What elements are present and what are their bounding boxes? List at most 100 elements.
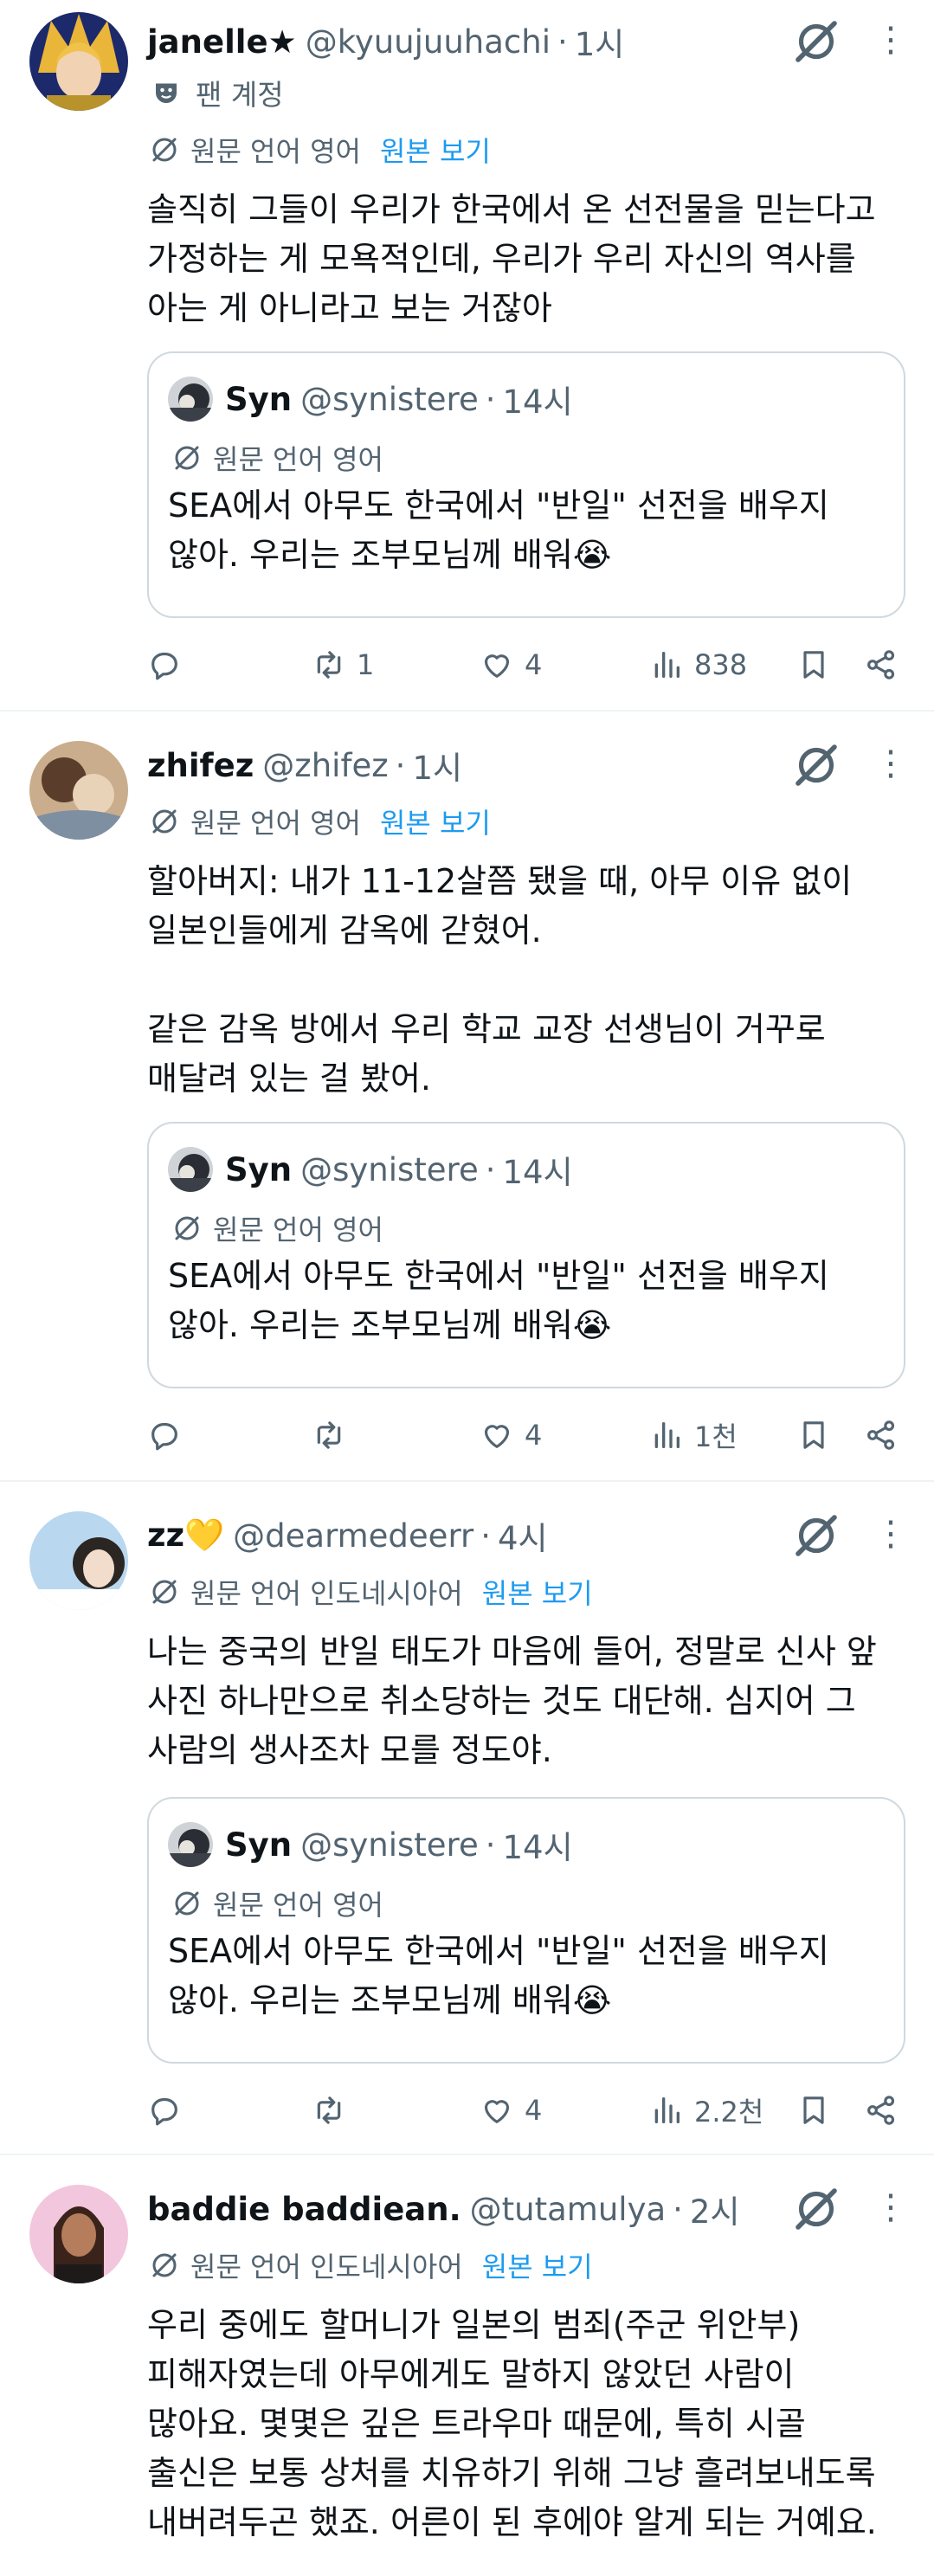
more-icon[interactable]: ⋮ [873,2183,908,2231]
action-bar: 4 1천 [147,1409,909,1461]
like-button[interactable]: 4 [480,2084,542,2136]
reply-button[interactable] [147,2084,192,2136]
share-button[interactable] [864,1409,899,1461]
separator-dot: · [485,1826,496,1864]
translation-label: 원문 언어 영어 [213,1889,383,1922]
show-original-link[interactable]: 원본 보기 [482,1572,593,1612]
timestamp[interactable]: 2시 [690,2186,740,2232]
grok-icon[interactable] [792,2185,841,2233]
views-button[interactable]: 1천 [649,1409,738,1461]
avatar[interactable] [29,741,128,840]
tweet[interactable]: zhifez @zhifez · 1시 ⋮ 원문 언어 영어 원본 보기 할아버… [0,712,934,1482]
tweet-text: 할아버지: 내가 11-12살쯤 됐을 때, 아무 이유 없이 일본인들에게 감… [147,862,853,1098]
heart-icon [480,2093,514,2128]
separator-dot: · [480,1517,491,1555]
quoted-tweet[interactable]: Syn @synistere · 14시 원문 언어 영어 SEA에서 아무도 … [147,1797,905,2064]
translate-icon [171,1888,203,1919]
view-count: 1천 [694,1420,738,1453]
show-original-link[interactable]: 원본 보기 [380,130,491,170]
repost-button[interactable]: 1 [312,639,374,691]
reply-button[interactable] [147,1409,192,1461]
grok-icon[interactable] [792,1511,841,1560]
avatar[interactable] [29,1511,128,1610]
show-original-link[interactable]: 원본 보기 [482,2245,593,2285]
reply-button[interactable] [147,639,192,691]
bookmark-button[interactable] [796,2084,831,2136]
share-icon [864,647,899,682]
quoted-tweet[interactable]: Syn @synistere · 14시 원문 언어 영어 SEA에서 아무도 … [147,1122,905,1388]
share-button[interactable] [864,639,899,691]
display-name: Syn [225,1826,293,1864]
translate-icon [171,442,203,473]
views-icon [649,647,684,682]
tweet[interactable]: baddie baddiean. @tutamulya · 2시 ⋮ 원문 언어… [0,2155,934,2576]
translation-label: 원문 언어 영어 [213,1214,383,1246]
like-count: 4 [525,1419,543,1452]
quoted-tweet[interactable]: Syn @synistere · 14시 원문 언어 영어 SEA에서 아무도 … [147,351,905,618]
tweet-header: zhifez @zhifez · 1시 [147,741,462,789]
translation-label: 원문 언어 인도네시아어 [190,1577,463,1610]
username: @synistere [300,1826,479,1864]
quoted-tweet-text: SEA에서 아무도 한국에서 "반일" 선전을 배우지 않아. 우리는 조부모님… [168,486,829,574]
like-button[interactable]: 4 [480,639,542,691]
bookmark-button[interactable] [796,639,831,691]
repost-button[interactable] [312,1409,357,1461]
mask-icon [156,83,177,103]
translate-icon [149,1576,180,1607]
share-button[interactable] [864,2084,899,2136]
username: @synistere [300,380,479,418]
views-button[interactable]: 2.2천 [649,2084,763,2136]
display-name[interactable]: baddie baddiean. [147,2191,461,2228]
repost-icon [312,1418,346,1452]
separator-dot: · [485,1150,496,1188]
fan-account-badge: 팬 계정 [151,73,284,113]
separator-dot: · [395,746,406,784]
grok-icon[interactable] [792,741,841,789]
translation-notice: 원문 언어 영어 [171,1208,383,1248]
username[interactable]: @tutamulya [470,2191,666,2228]
timestamp: 14시 [502,1154,573,1191]
more-icon[interactable]: ⋮ [873,16,908,64]
more-icon[interactable]: ⋮ [873,1510,908,1558]
fan-account-label: 팬 계정 [196,78,284,112]
display-name[interactable]: janelle★ [147,23,297,61]
view-count: 838 [694,648,748,681]
reply-icon [147,647,182,682]
timestamp[interactable]: 1시 [412,742,462,789]
avatar[interactable] [29,2185,128,2283]
share-icon [864,2093,899,2128]
bookmark-button[interactable] [796,1409,831,1461]
grok-icon[interactable] [792,17,841,66]
avatar[interactable] [29,12,128,111]
view-count: 2.2천 [694,2096,764,2128]
quoted-tweet-header: Syn @synistere · 14시 [168,377,573,421]
more-icon[interactable]: ⋮ [873,739,908,788]
display-name[interactable]: zz💛 [147,1517,224,1555]
avatar [168,1147,213,1192]
separator-dot: · [557,23,568,61]
repost-button[interactable] [312,2084,357,2136]
timestamp[interactable]: 1시 [575,18,625,65]
username[interactable]: @zhifez [262,747,388,784]
like-count: 4 [525,2094,543,2127]
quoted-tweet-text: SEA에서 아무도 한국에서 "반일" 선전을 배우지 않아. 우리는 조부모님… [168,1257,829,1344]
show-original-link[interactable]: 원본 보기 [380,802,491,841]
display-name: Syn [225,380,293,418]
translate-icon [149,806,180,837]
views-button[interactable]: 838 [649,639,747,691]
separator-dot: · [485,380,496,418]
action-bar: 1 4 838 [147,639,909,691]
timestamp[interactable]: 4시 [498,1512,548,1559]
tweet[interactable]: zz💛 @dearmedeerr · 4시 ⋮ 원문 언어 인도네시아어 원본 … [0,1482,934,2155]
username[interactable]: @dearmedeerr [233,1517,473,1555]
like-button[interactable]: 4 [480,1409,542,1461]
bookmark-icon [796,2093,831,2128]
quoted-tweet-text: SEA에서 아무도 한국에서 "반일" 선전을 배우지 않아. 우리는 조부모님… [168,1932,829,2019]
timestamp: 14시 [502,383,573,421]
display-name[interactable]: zhifez [147,747,254,784]
username[interactable]: @kyuujuuhachi [306,23,551,61]
share-icon [864,1418,899,1452]
display-name: Syn [225,1150,293,1188]
tweet[interactable]: janelle★ @kyuujuuhachi · 1시 ⋮ 팬 계정 원문 언어… [0,0,934,712]
translation-notice: 원문 언어 인도네시아어 원본 보기 [149,1572,593,1612]
